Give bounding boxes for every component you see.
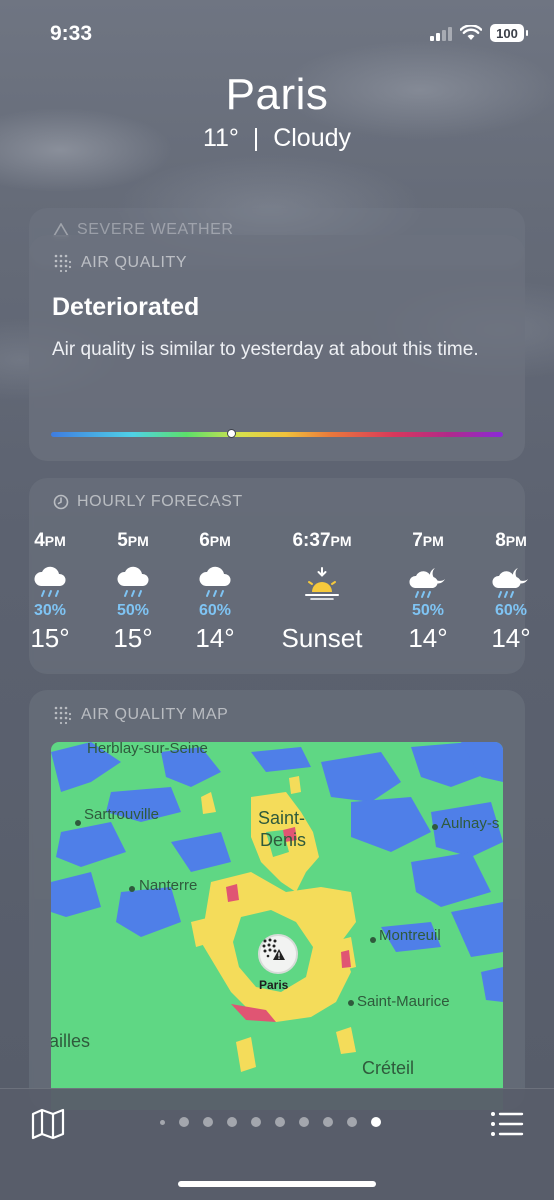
map-place-label: Saint-Maurice: [357, 993, 450, 1010]
city-name: Paris: [225, 70, 329, 119]
hourly-time: 4PM: [34, 530, 66, 551]
air-quality-card[interactable]: AIR QUALITY Deteriorated Air quality is …: [29, 235, 525, 461]
hourly-item: 6PM 60% 14°: [180, 530, 250, 654]
sunset-icon: [272, 558, 372, 600]
page-dot[interactable]: [203, 1117, 213, 1127]
wifi-icon: [460, 25, 482, 40]
map-place-dot: [348, 1000, 354, 1006]
hourly-forecast-label: HOURLY FORECAST: [77, 493, 243, 510]
air-quality-icon: [54, 254, 72, 273]
map-overlay: [51, 742, 503, 1072]
battery-icon: 100: [490, 24, 528, 42]
cloud-moon-rain-icon: [476, 558, 546, 600]
cellular-signal-icon: [430, 25, 452, 41]
hourly-time: 6PM: [199, 530, 231, 551]
map-place-label: Nanterre: [139, 877, 198, 894]
page-dot[interactable]: [160, 1119, 165, 1125]
cloud-rain-icon: [98, 558, 168, 600]
page-indicator[interactable]: [160, 1117, 381, 1127]
hourly-temperature: 14°: [195, 623, 235, 653]
map-place-label: ailles: [51, 1031, 91, 1051]
hourly-item: 7PM 50% 14°: [393, 530, 463, 654]
precipitation-chance: 50%: [116, 602, 150, 619]
map-button[interactable]: [30, 1107, 66, 1141]
air-quality-label-row: AIR QUALITY: [53, 253, 187, 273]
map-place-label: Montreuil: [379, 927, 441, 944]
hourly-forecast-label-row: HOURLY FORECAST: [53, 493, 243, 511]
hourly-time: 8PM: [495, 530, 527, 551]
hourly-temperature: 15°: [113, 623, 153, 653]
hourly-time: 6:37PM: [292, 530, 352, 551]
air-quality-label: AIR QUALITY: [81, 254, 188, 271]
page-dot[interactable]: [251, 1117, 261, 1127]
air-quality-description: Air quality is similar to yesterday at a…: [52, 339, 479, 360]
home-indicator[interactable]: [178, 1181, 376, 1187]
air-quality-icon: [54, 706, 72, 725]
map-place-label: Saint-: [258, 808, 306, 828]
map-place-label: Sartrouville: [84, 806, 160, 823]
air-quality-scale-bar: [51, 432, 503, 437]
air-quality-map-label: AIR QUALITY MAP: [81, 706, 229, 723]
precipitation-chance: 30%: [33, 602, 67, 619]
map-place-dot: [370, 937, 376, 943]
current-location-label: Paris: [259, 978, 289, 992]
precipitation-chance: 60%: [198, 602, 232, 619]
map-place-label: Aulnay-s: [441, 815, 500, 832]
air-quality-status: Deteriorated: [52, 293, 200, 321]
page-dot[interactable]: [323, 1117, 333, 1127]
page-dot[interactable]: [371, 1117, 381, 1127]
air-quality-warning-icon: [262, 938, 285, 960]
precipitation-chance: [272, 602, 372, 620]
cloud-rain-icon: [180, 558, 250, 600]
hourly-temperature: 14°: [491, 623, 531, 653]
status-time: 9:33: [50, 22, 93, 45]
hourly-forecast-card[interactable]: HOURLY FORECAST 4PM 30% 15° 5PM 50% 15° …: [29, 478, 531, 674]
location-header: Paris 11° | Cloudy: [0, 70, 554, 153]
bottom-toolbar: [0, 1088, 554, 1200]
clock-icon: [53, 494, 69, 510]
map-place-label: Créteil: [362, 1058, 415, 1078]
hourly-item: 5PM 50% 15°: [98, 530, 168, 654]
air-quality-map-card[interactable]: AIR QUALITY MAP Herblay-sur-Seine Sartro…: [29, 690, 525, 1110]
page-dot[interactable]: [299, 1117, 309, 1127]
current-location-pin[interactable]: [258, 934, 298, 974]
page-dot[interactable]: [179, 1117, 189, 1127]
list-icon: [491, 1112, 524, 1136]
hourly-item: 8PM 60% 14°: [476, 530, 546, 654]
hourly-time: 7PM: [412, 530, 444, 551]
hourly-item: 6:37PM Sunset: [272, 530, 372, 654]
hourly-time: 5PM: [117, 530, 149, 551]
page-dot[interactable]: [227, 1117, 237, 1127]
map-place-dot: [75, 820, 81, 826]
status-bar: 9:33 100: [0, 22, 554, 52]
sunset-label: Sunset: [281, 623, 363, 653]
battery-level: 100: [496, 25, 518, 41]
precipitation-chance: 60%: [494, 602, 528, 619]
hourly-item: 4PM 30% 15°: [15, 530, 85, 654]
map-place-dot: [129, 886, 135, 892]
hourly-temperature: 15°: [30, 623, 70, 653]
cloud-rain-icon: [15, 558, 85, 600]
map-place-label: Denis: [260, 830, 307, 850]
page-dot[interactable]: [347, 1117, 357, 1127]
map-place-dot: [432, 824, 438, 830]
cloud-moon-rain-icon: [393, 558, 463, 600]
precipitation-chance: 50%: [411, 602, 445, 619]
map-place-label: Herblay-sur-Seine: [87, 742, 208, 757]
map-icon: [31, 1108, 65, 1140]
locations-list-button[interactable]: [490, 1109, 524, 1139]
page-dot[interactable]: [275, 1117, 285, 1127]
air-quality-map[interactable]: Herblay-sur-Seine Sartrouville Saint- De…: [51, 742, 503, 1110]
current-conditions: 11° | Cloudy: [202, 124, 352, 152]
air-quality-map-label-row: AIR QUALITY MAP: [53, 705, 228, 725]
hourly-temperature: 14°: [408, 623, 448, 653]
